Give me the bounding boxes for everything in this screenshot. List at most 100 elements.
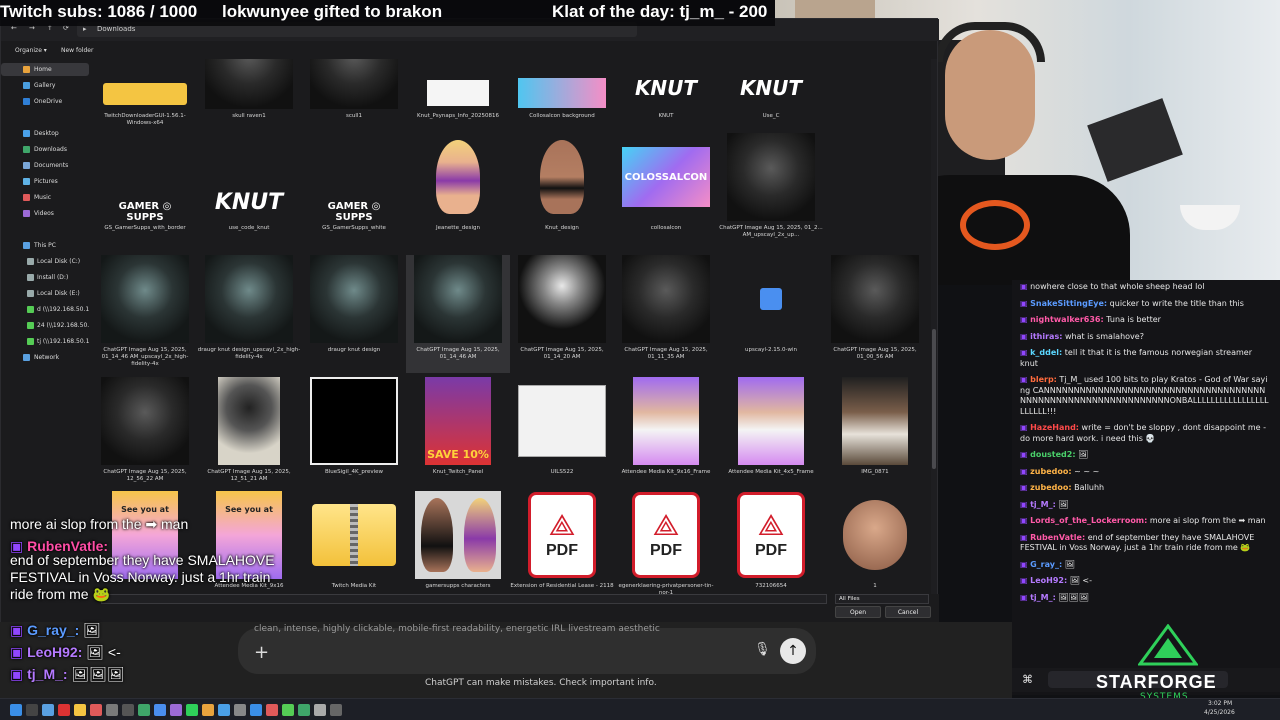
file-tile[interactable]: Knut_Psynaps_Info_20250816 [406,59,510,139]
taskbar-app-icon[interactable] [106,704,118,716]
sidebar-item[interactable]: 24 (\\192.168.50.1 [1,319,89,332]
sidebar-item[interactable]: d (\\192.168.50.15 [1,303,89,316]
chat-username[interactable]: dousted2: [1030,450,1075,459]
file-tile[interactable]: KNUT KNUT [614,59,718,139]
taskbar-app-icon[interactable] [170,704,182,716]
taskbar-app-icon[interactable] [154,704,166,716]
file-tile[interactable]: ChatGPT Image Aug 15, 2025, 01_14_46 AM_… [93,255,197,373]
file-tile[interactable]: ⟁ PDF Extension of Residential Lease - 211… [510,491,614,595]
sidebar-item[interactable]: Home [1,63,89,76]
taskbar-app-icon[interactable] [138,704,150,716]
taskbar-app-icon[interactable] [250,704,262,716]
file-tile[interactable]: Collosalcon background [510,59,614,139]
file-tile[interactable]: KNUT Use_C [719,59,823,139]
taskbar-app-icon[interactable] [314,704,326,716]
send-button[interactable]: ↑ [780,638,806,664]
taskbar-app-icon[interactable] [202,704,214,716]
file-tile[interactable]: skull raven1 [197,59,301,139]
taskbar-app-icon[interactable] [282,704,294,716]
taskbar-app-icon[interactable] [298,704,310,716]
file-tile[interactable]: Twitch Media Kit [302,491,406,595]
file-tile[interactable]: Attendee Media Kit_4x5_Frame [719,377,823,495]
microphone-icon[interactable]: 🎙 [754,642,771,657]
chatgpt-input[interactable]: clean, intense, highly clickable, mobile… [238,624,816,674]
file-tile[interactable]: GAMER ◎ SUPPS GS_GamerSupps_with_border [93,133,197,251]
file-tile[interactable]: ChatGPT Image Aug 15, 2025, 01_14_46 AM [406,255,510,373]
file-tile[interactable]: draugr knut design_upscayl_2x_high-fidel… [197,255,301,373]
taskbar-app-icon[interactable] [266,704,278,716]
grid-scrollbar[interactable] [931,59,937,595]
chat-username[interactable]: ithiras: [1030,332,1062,341]
sidebar-item[interactable]: Documents [1,159,89,172]
file-tile[interactable]: upscayl-2.15.0-win [719,255,823,373]
emote-icon[interactable]: ⌘ [1022,673,1033,686]
file-tile[interactable]: ChatGPT Image Aug 15, 2025, 01_11_35 AM [614,255,718,373]
chat-username[interactable]: nightwalker636: [1030,315,1104,324]
taskbar-app-icon[interactable] [218,704,230,716]
chat-username[interactable]: LeoH92: [1030,576,1067,585]
scrollbar-thumb[interactable] [932,329,936,469]
file-tile[interactable]: ⟁ PDF 732106654 [719,491,823,595]
sidebar-item[interactable]: OneDrive [1,95,89,108]
chat-username[interactable]: SnakeSittingEye: [1030,299,1107,308]
taskbar-app-icon[interactable] [90,704,102,716]
chat-username[interactable]: RubenVatle: [1030,533,1085,542]
file-tile[interactable]: ChatGPT Image Aug 15, 2025, 12_56_22 AM [93,377,197,495]
taskbar-app-icon[interactable] [26,704,38,716]
sidebar-item[interactable]: Install (D:) [1,271,89,284]
file-tile[interactable]: TwitchDownloaderGUI-1.56.1-Windows-x64 [93,59,197,139]
file-tile[interactable]: 1 [823,491,927,595]
chat-username[interactable]: HazeHand: [1030,423,1079,432]
file-tile[interactable]: Attendee Media Kit_9x16_Frame [614,377,718,495]
file-tile[interactable]: Knut_design [510,133,614,251]
sidebar-item[interactable]: This PC [1,239,89,252]
file-tile[interactable]: IMG_0871 [823,377,927,495]
taskbar-app-icon[interactable] [58,704,70,716]
chat-username[interactable]: G_ray_: [1030,560,1062,569]
sidebar-item[interactable]: Local Disk (C:) [1,255,89,268]
breadcrumb[interactable]: Downloads [97,25,135,33]
file-type-select[interactable]: All Files [835,594,929,604]
file-tile[interactable]: ChatGPT Image Aug 15, 2025, 12_51_21 AM [197,377,301,495]
sidebar-item[interactable]: Videos [1,207,89,220]
file-tile[interactable]: draugr knut design [302,255,406,373]
file-tile[interactable]: gamersupps characters [406,491,510,595]
taskbar-app-icon[interactable] [10,704,22,716]
file-tile[interactable]: UILS522 [510,377,614,495]
file-tile[interactable]: Jeanette_design [406,133,510,251]
chat-username[interactable]: Lords_of_the_Lockerroom: [1030,516,1147,525]
open-button[interactable]: Open [835,606,881,618]
chat-username[interactable]: tj_M_: [1030,500,1056,509]
chat-username[interactable]: zubedoo: [1030,467,1071,476]
chat-username[interactable]: blerp: [1030,375,1057,384]
taskbar-app-icon[interactable] [122,704,134,716]
file-tile[interactable]: COLOSSALCON collosalcon [614,133,718,251]
taskbar-app-icon[interactable] [234,704,246,716]
sidebar-item[interactable]: Local Disk (E:) [1,287,89,300]
taskbar-app-icon[interactable] [74,704,86,716]
file-tile[interactable]: ChatGPT Image Aug 15, 2025, 01_00_56 AM [823,255,927,373]
file-tile[interactable]: GAMER ◎ SUPPS GS_GamerSupps_white [302,133,406,251]
sidebar-item[interactable]: tj (\\192.168.50.1 [1,335,89,348]
file-tile[interactable]: ⟁ PDF egenerklaering-privatpersoner-tin-no… [614,491,718,595]
taskbar-app-icon[interactable] [330,704,342,716]
sidebar-item[interactable]: Music [1,191,89,204]
sidebar-item[interactable]: Desktop [1,127,89,140]
sidebar-item[interactable]: Network [1,351,89,364]
cancel-button[interactable]: Cancel [885,606,931,618]
file-tile[interactable]: BlueSigil_4K_preview [302,377,406,495]
taskbar-app-icon[interactable] [42,704,54,716]
file-tile[interactable]: scull1 [302,59,406,139]
sidebar-item[interactable]: Downloads [1,143,89,156]
sidebar-item[interactable]: Pictures [1,175,89,188]
file-tile[interactable]: KNUT use_code_knut [197,133,301,251]
taskbar-app-icon[interactable] [186,704,198,716]
chat-username[interactable]: tj_M_: [1030,593,1056,602]
organize-button[interactable]: Organize ▾ [15,47,47,54]
file-tile[interactable]: ChatGPT Image Aug 15, 2025, 01_14_20 AM [510,255,614,373]
chat-username[interactable]: k_ddel: [1030,348,1062,357]
chat-username[interactable]: zubedoo: [1030,483,1071,492]
new-folder-button[interactable]: New folder [61,47,93,54]
file-tile[interactable]: SAVE 10% Knut_Twitch_Panel [406,377,510,495]
sidebar-item[interactable]: Gallery [1,79,89,92]
